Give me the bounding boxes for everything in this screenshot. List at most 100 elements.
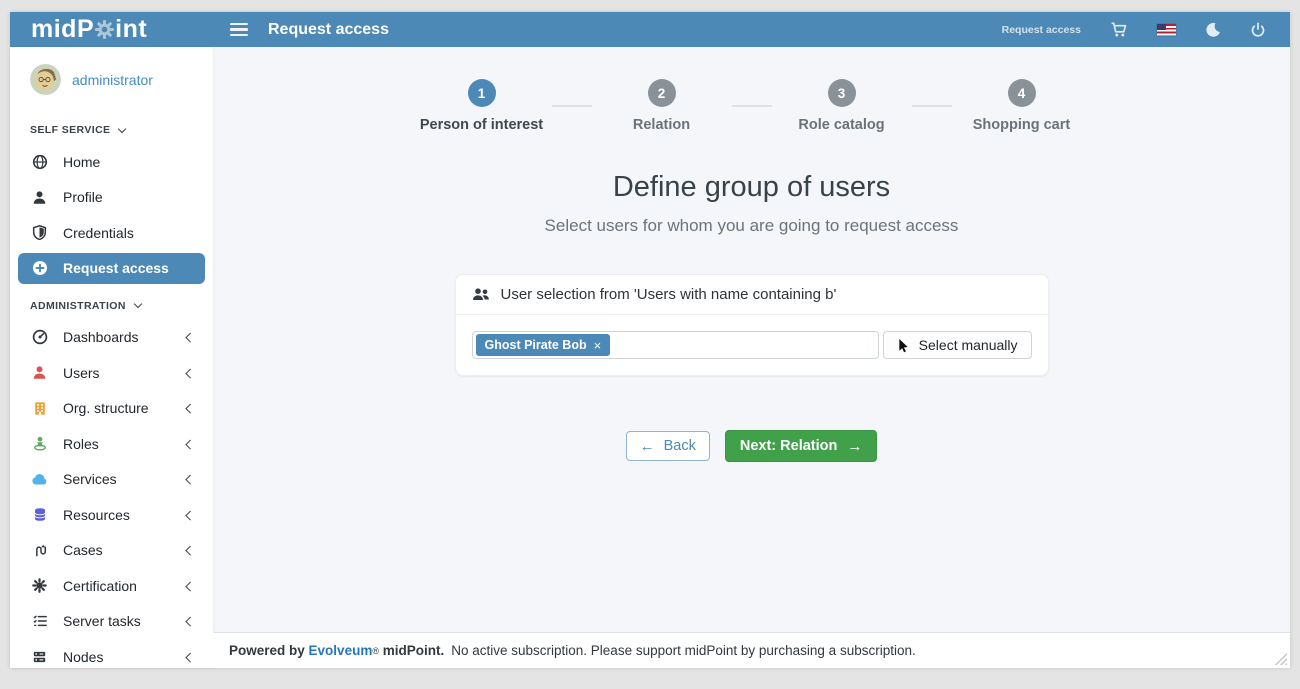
card-header-title: User selection from 'Users with name con… (501, 286, 837, 303)
language-flag-us[interactable] (1157, 24, 1176, 36)
main-content: 1 Person of interest 2 Relation 3 Role c… (213, 47, 1290, 632)
cloud-icon (31, 472, 48, 486)
section-label: ADMINISTRATION (30, 300, 126, 312)
sidebar-item-nodes[interactable]: Nodes (10, 639, 213, 675)
step-separator (912, 105, 952, 107)
chevron-down-icon (134, 300, 142, 308)
item-label: Services (63, 471, 187, 487)
self-service-menu: Home Profile Credentials Request access (10, 144, 213, 284)
next-relation-button[interactable]: Next: Relation → (725, 430, 878, 462)
users-group-icon (472, 287, 490, 302)
gauge-icon (31, 329, 48, 345)
chevron-left-icon (185, 581, 194, 590)
section-header-self-service[interactable]: SELF SERVICE (10, 110, 213, 144)
item-label: Org. structure (63, 400, 187, 416)
user-link[interactable]: administrator (72, 72, 153, 88)
logo-gear-icon (95, 20, 114, 39)
navbar-breadcrumb[interactable]: Request access (1002, 24, 1081, 36)
step-label: Relation (633, 117, 690, 133)
midpoint-logo: midPint (31, 17, 147, 42)
wizard-actions: ← Back Next: Relation → (213, 430, 1290, 462)
chevron-left-icon (185, 439, 194, 448)
back-button[interactable]: ← Back (626, 431, 710, 461)
sidebar-item-home[interactable]: Home (10, 144, 213, 180)
arrow-left-icon: ← (640, 439, 655, 454)
step-label: Shopping cart (973, 117, 1070, 133)
logout-power-icon[interactable] (1250, 22, 1266, 38)
wizard-step-relation[interactable]: 2 Relation (606, 79, 718, 133)
sidebar-item-cases[interactable]: Cases (10, 533, 213, 569)
item-label: Certification (63, 578, 187, 594)
logo-text-post: int (115, 17, 147, 42)
top-navbar: midPint Request access Request access (10, 12, 1290, 47)
item-label: Dashboards (63, 329, 187, 345)
menu-toggle-icon[interactable] (230, 23, 248, 36)
sidebar-item-certification[interactable]: Certification (10, 568, 213, 604)
chevron-left-icon (185, 652, 194, 661)
user-icon (31, 365, 48, 380)
chip-remove-icon[interactable]: × (594, 339, 602, 352)
wizard-step-person-of-interest[interactable]: 1 Person of interest (426, 79, 538, 133)
plus-circle-icon (31, 260, 48, 276)
sidebar-item-server-tasks[interactable]: Server tasks (10, 604, 213, 640)
sidebar-item-services[interactable]: Services (10, 462, 213, 498)
chevron-left-icon (185, 617, 194, 626)
administration-menu: Dashboards Users Org. structure Roles Se (10, 320, 213, 675)
chevron-down-icon (118, 124, 126, 132)
chevron-left-icon (185, 333, 194, 342)
sidebar-item-credentials[interactable]: Credentials (10, 215, 213, 251)
item-label: Nodes (63, 649, 187, 665)
step-separator (552, 105, 592, 107)
user-selection-input[interactable]: Ghost Pirate Bob × (472, 331, 879, 359)
tasks-list-icon (31, 614, 48, 628)
item-label: Users (63, 365, 187, 381)
subscription-message: No active subscription. Please support m… (451, 643, 916, 658)
item-label: Roles (63, 436, 187, 452)
role-person-icon (31, 436, 48, 451)
shield-icon (31, 225, 48, 240)
evolveum-link[interactable]: Evolveum (309, 643, 373, 658)
step-number: 3 (828, 79, 856, 107)
registered-mark: ® (372, 646, 379, 656)
user-selection-card: User selection from 'Users with name con… (455, 274, 1049, 376)
section-header-administration[interactable]: ADMINISTRATION (10, 286, 213, 320)
item-label: Profile (63, 189, 197, 205)
card-header: User selection from 'Users with name con… (456, 275, 1048, 315)
sidebar-item-profile[interactable]: Profile (10, 180, 213, 216)
navbar-right: Request access (1002, 21, 1290, 38)
resize-grip[interactable] (1272, 650, 1287, 665)
database-icon (31, 507, 48, 522)
sidebar-item-users[interactable]: Users (10, 355, 213, 391)
cart-icon[interactable] (1110, 21, 1128, 38)
dark-mode-moon-icon[interactable] (1205, 22, 1221, 38)
cursor-pointer-icon (897, 338, 910, 353)
step-number: 1 (468, 79, 496, 107)
sidebar-item-roles[interactable]: Roles (10, 426, 213, 462)
route-icon (31, 543, 48, 558)
chip-label: Ghost Pirate Bob (485, 338, 587, 352)
sidebar-item-org-structure[interactable]: Org. structure (10, 391, 213, 427)
page-title-navbar: Request access (268, 21, 389, 39)
chevron-left-icon (185, 404, 194, 413)
globe-icon (31, 154, 48, 170)
user-icon (31, 190, 48, 205)
user-panel: administrator (10, 47, 213, 110)
server-icon (31, 650, 48, 664)
avatar (30, 64, 61, 95)
brand-area[interactable]: midPint (10, 17, 213, 42)
wizard-steps: 1 Person of interest 2 Relation 3 Role c… (213, 47, 1290, 133)
step-number: 4 (1008, 79, 1036, 107)
sidebar-item-request-access[interactable]: Request access (18, 253, 205, 284)
card-body: Ghost Pirate Bob × Select manually (456, 315, 1048, 375)
wizard-step-role-catalog[interactable]: 3 Role catalog (786, 79, 898, 133)
sidebar-item-resources[interactable]: Resources (10, 497, 213, 533)
building-icon (31, 401, 48, 416)
gear-icon (31, 578, 48, 593)
sidebar: administrator SELF SERVICE Home Profile … (10, 47, 213, 668)
chevron-left-icon (185, 368, 194, 377)
wizard-step-shopping-cart[interactable]: 4 Shopping cart (966, 79, 1078, 133)
back-label: Back (664, 438, 696, 454)
sidebar-item-dashboards[interactable]: Dashboards (10, 320, 213, 356)
midpoint-text: midPoint. (383, 643, 445, 658)
select-manually-button[interactable]: Select manually (883, 331, 1032, 359)
